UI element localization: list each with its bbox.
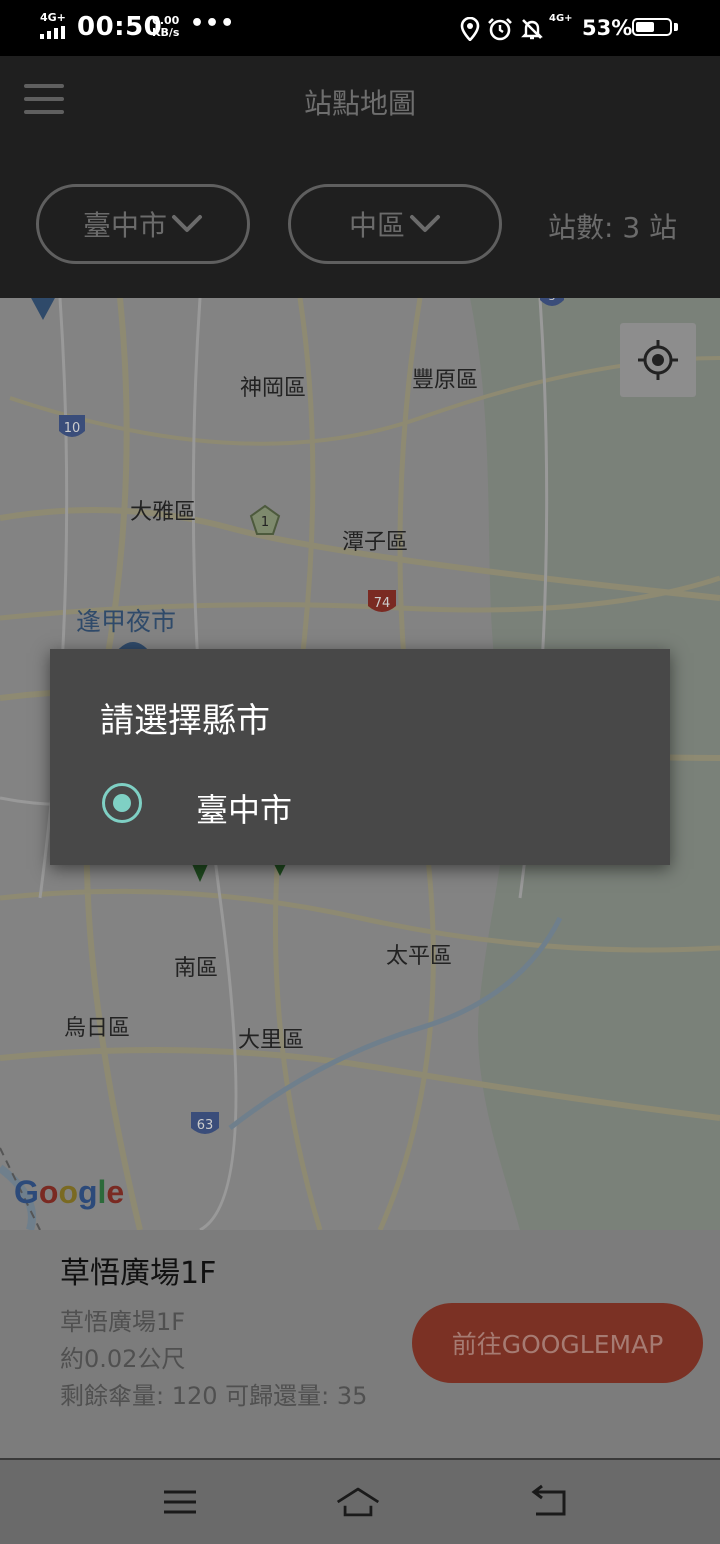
route-shield-label: 10 bbox=[64, 421, 81, 436]
route-shield-icon: 1 bbox=[249, 504, 281, 535]
my-location-button[interactable] bbox=[620, 323, 696, 397]
route-shield-label: 63 bbox=[197, 1118, 214, 1133]
app-bar: 站點地圖 臺中市 中區 站數: 3 站 bbox=[0, 56, 720, 298]
chevron-down-icon bbox=[172, 215, 202, 232]
map-label-nanqu: 南區 bbox=[174, 956, 219, 981]
battery-percent: 53% bbox=[582, 16, 633, 40]
map-label-shengang: 神岡區 bbox=[240, 376, 307, 401]
route-shield-label: 1 bbox=[261, 515, 269, 530]
route-shield-icon: 10 bbox=[59, 415, 85, 437]
station-availability: 剩餘傘量: 120 可歸還量: 35 bbox=[60, 1382, 368, 1410]
dialog-title: 請選擇縣市 bbox=[100, 701, 270, 741]
station-marker-icon[interactable] bbox=[272, 864, 288, 878]
chevron-down-icon bbox=[410, 215, 440, 232]
network-type-right: 4G+ bbox=[549, 13, 573, 24]
map-label-fengyuan: 豐原區 bbox=[412, 368, 479, 393]
city-dropdown-label: 臺中市 bbox=[82, 209, 167, 242]
district-dropdown-label: 中區 bbox=[348, 209, 405, 242]
network-type-left: 4G+ bbox=[40, 11, 66, 24]
clock: 00:50 bbox=[77, 12, 163, 42]
route-shield-label: 3 bbox=[549, 298, 556, 303]
map-label-tanzi: 潭子區 bbox=[342, 530, 409, 555]
city-select-dialog: 請選擇縣市 臺中市 bbox=[50, 649, 670, 865]
map-label-wuri: 烏日區 bbox=[64, 1016, 131, 1041]
status-bar: 4G+ 00:50 0.00 KB/s ••• 4G+ 53% bbox=[0, 0, 720, 56]
radio-button-selected[interactable] bbox=[102, 783, 142, 823]
map-label-taiping: 太平區 bbox=[386, 944, 453, 969]
city-option-label[interactable]: 臺中市 bbox=[196, 785, 292, 831]
more-notifications-icon: ••• bbox=[190, 11, 236, 36]
recent-apps-icon[interactable] bbox=[156, 1482, 204, 1522]
crosshair-icon bbox=[638, 340, 678, 380]
alarm-icon bbox=[488, 18, 512, 41]
map-label-dali: 大里區 bbox=[238, 1028, 305, 1053]
city-dropdown[interactable]: 臺中市 bbox=[36, 184, 250, 264]
map-label-fengjia: 逢甲夜市 bbox=[76, 607, 177, 636]
map-marker-icon[interactable] bbox=[28, 298, 58, 322]
network-speed: 0.00 KB/s bbox=[152, 15, 179, 39]
page-title: 站點地圖 bbox=[303, 87, 416, 120]
signal-icon bbox=[40, 26, 70, 39]
station-count: 站數: 3 站 bbox=[548, 211, 678, 244]
open-google-map-button[interactable]: 前往GOOGLEMAP bbox=[412, 1303, 703, 1383]
battery-icon bbox=[632, 18, 672, 36]
back-icon[interactable] bbox=[526, 1482, 574, 1522]
route-shield-icon: 63 bbox=[191, 1112, 219, 1134]
station-marker-icon[interactable] bbox=[190, 864, 210, 884]
station-info-panel: 草悟廣場1F 草悟廣場1F 約0.02公尺 剩餘傘量: 120 可歸還量: 35… bbox=[0, 1230, 720, 1458]
bell-off-icon bbox=[521, 19, 543, 40]
route-shield-label: 74 bbox=[374, 596, 391, 611]
station-address: 草悟廣場1F bbox=[60, 1308, 186, 1336]
location-icon bbox=[460, 17, 480, 41]
battery-tip bbox=[674, 23, 678, 31]
home-icon[interactable] bbox=[334, 1482, 382, 1522]
station-name: 草悟廣場1F bbox=[60, 1256, 217, 1291]
route-shield-icon: 3 bbox=[540, 298, 564, 306]
district-dropdown[interactable]: 中區 bbox=[288, 184, 502, 264]
speed-unit: KB/s bbox=[152, 26, 180, 39]
google-logo: Google bbox=[14, 1174, 125, 1210]
station-distance: 約0.02公尺 bbox=[60, 1345, 186, 1373]
map-label-daya: 大雅區 bbox=[130, 500, 197, 525]
system-nav-bar bbox=[0, 1458, 720, 1544]
route-shield-icon: 74 bbox=[368, 590, 396, 612]
